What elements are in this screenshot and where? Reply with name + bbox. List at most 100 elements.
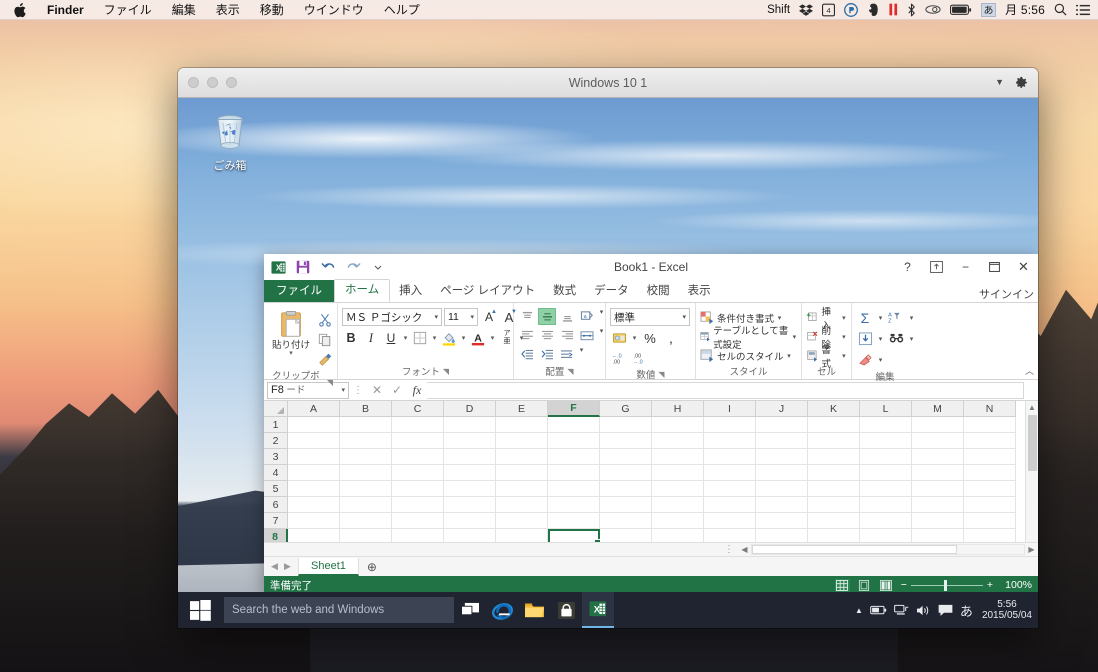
cell-M5[interactable] bbox=[912, 481, 964, 497]
cell-J6[interactable] bbox=[756, 497, 808, 513]
help-button[interactable]: ? bbox=[893, 256, 922, 278]
format-as-table-button[interactable]: テーブルとして書式設定 ▾ bbox=[700, 326, 797, 351]
chevron-down-icon[interactable]: ▾ bbox=[431, 334, 438, 342]
paste-button[interactable]: 貼り付け ▾ bbox=[268, 308, 314, 357]
cut-icon[interactable] bbox=[316, 311, 333, 328]
page-break-view-button[interactable] bbox=[879, 579, 894, 592]
evernote-icon[interactable] bbox=[867, 3, 880, 17]
cell-N7[interactable] bbox=[964, 513, 1016, 529]
cell-L1[interactable] bbox=[860, 417, 912, 433]
search-input[interactable]: Search the web and Windows bbox=[224, 597, 454, 623]
cell-J8[interactable] bbox=[756, 529, 808, 542]
chevron-down-icon[interactable]: ▾ bbox=[682, 313, 686, 321]
align-bottom-button[interactable] bbox=[558, 308, 576, 325]
bluetooth-icon[interactable] bbox=[907, 3, 916, 17]
row-header-8[interactable]: 8 bbox=[264, 529, 288, 542]
grid-row[interactable]: 7 bbox=[264, 513, 1025, 529]
cell-C8[interactable] bbox=[392, 529, 444, 542]
cell-D8[interactable] bbox=[444, 529, 496, 542]
column-header-m[interactable]: M bbox=[912, 401, 964, 417]
cell-I4[interactable] bbox=[704, 465, 756, 481]
tab-data[interactable]: データ bbox=[585, 281, 638, 302]
align-center-button[interactable] bbox=[538, 327, 556, 344]
row-header-1[interactable]: 1 bbox=[264, 417, 288, 433]
underline-button[interactable]: U bbox=[382, 329, 400, 347]
close-button[interactable] bbox=[188, 77, 199, 88]
task-view-icon[interactable] bbox=[454, 592, 486, 628]
minimize-button[interactable]: − bbox=[951, 256, 980, 278]
row-header-2[interactable]: 2 bbox=[264, 433, 288, 449]
chevron-down-icon[interactable]: ▾ bbox=[460, 334, 467, 342]
grid-row[interactable]: 8 bbox=[264, 529, 1025, 542]
row-header-7[interactable]: 7 bbox=[264, 513, 288, 529]
column-header-f[interactable]: F bbox=[548, 401, 600, 417]
next-sheet-icon[interactable]: ▶ bbox=[281, 561, 294, 572]
cell-C3[interactable] bbox=[392, 449, 444, 465]
row-header-3[interactable]: 3 bbox=[264, 449, 288, 465]
system-tray[interactable]: ▲ あ 5:56 2015/05/04 bbox=[855, 599, 1038, 621]
cell-F7[interactable] bbox=[548, 513, 600, 529]
chevron-down-icon[interactable]: ▾ bbox=[631, 334, 638, 342]
zoom-button[interactable] bbox=[226, 77, 237, 88]
cell-K8[interactable] bbox=[808, 529, 860, 542]
grid-rows[interactable]: 123456789101112 bbox=[264, 417, 1025, 542]
cell-I2[interactable] bbox=[704, 433, 756, 449]
autosum-icon[interactable]: Σ bbox=[856, 309, 874, 327]
excel-taskbar-icon[interactable]: X bbox=[582, 592, 614, 628]
cell-A3[interactable] bbox=[288, 449, 340, 465]
ime-tray-icon[interactable]: あ bbox=[960, 601, 973, 620]
chevron-down-icon[interactable]: ▾ bbox=[908, 335, 915, 343]
cell-E2[interactable] bbox=[496, 433, 548, 449]
cell-C2[interactable] bbox=[392, 433, 444, 449]
column-header-j[interactable]: J bbox=[756, 401, 808, 417]
cell-F2[interactable] bbox=[548, 433, 600, 449]
tab-home[interactable]: ホーム bbox=[334, 279, 391, 302]
battery-icon[interactable] bbox=[950, 4, 972, 16]
chevron-down-icon[interactable]: ▾ bbox=[776, 314, 783, 322]
cell-C6[interactable] bbox=[392, 497, 444, 513]
cell-K6[interactable] bbox=[808, 497, 860, 513]
chevron-down-icon[interactable]: ▾ bbox=[341, 386, 345, 394]
desktop-icon-recycle-bin[interactable]: ごみ箱 bbox=[194, 112, 266, 173]
zoom-slider[interactable]: − + bbox=[901, 579, 993, 591]
cell-J3[interactable] bbox=[756, 449, 808, 465]
cell-L3[interactable] bbox=[860, 449, 912, 465]
select-all-corner[interactable] bbox=[264, 401, 288, 417]
cell-J1[interactable] bbox=[756, 417, 808, 433]
cell-I1[interactable] bbox=[704, 417, 756, 433]
chevron-down-icon[interactable]: ▾ bbox=[877, 314, 884, 322]
cell-A5[interactable] bbox=[288, 481, 340, 497]
cell-C1[interactable] bbox=[392, 417, 444, 433]
cell-I7[interactable] bbox=[704, 513, 756, 529]
cell-E3[interactable] bbox=[496, 449, 548, 465]
cell-E7[interactable] bbox=[496, 513, 548, 529]
add-sheet-button[interactable]: ⊕ bbox=[367, 560, 377, 574]
align-top-button[interactable] bbox=[518, 308, 536, 325]
cell-D2[interactable] bbox=[444, 433, 496, 449]
grid-row[interactable]: 1 bbox=[264, 417, 1025, 433]
cell-H1[interactable] bbox=[652, 417, 704, 433]
cell-K4[interactable] bbox=[808, 465, 860, 481]
sheet-tab-bar[interactable]: ◀ ▶ Sheet1 ⊕ bbox=[264, 556, 1038, 576]
cell-G7[interactable] bbox=[600, 513, 652, 529]
cell-L2[interactable] bbox=[860, 433, 912, 449]
sheet-tab-sheet1[interactable]: Sheet1 bbox=[298, 557, 359, 576]
borders-icon[interactable] bbox=[411, 329, 429, 347]
cell-B6[interactable] bbox=[340, 497, 392, 513]
cell-M7[interactable] bbox=[912, 513, 964, 529]
cancel-icon[interactable]: ✕ bbox=[367, 383, 387, 397]
grid-row[interactable]: 3 bbox=[264, 449, 1025, 465]
comma-style-button[interactable]: , bbox=[662, 329, 680, 347]
excel-ribbon[interactable]: 貼り付け ▾ クリップボード ◥ ＭＳ Ｐゴシック ▾ 11 ▾ A ▲ A ▼… bbox=[264, 302, 1038, 396]
decrease-decimal-button[interactable]: .00 →.0 bbox=[631, 349, 649, 367]
column-header-e[interactable]: E bbox=[496, 401, 548, 417]
excel-grid-container[interactable]: A B C D E F G H I J K L M N 1 2 3 4 5 6 … bbox=[264, 401, 1038, 556]
cell-H7[interactable] bbox=[652, 513, 704, 529]
cell-A1[interactable] bbox=[288, 417, 340, 433]
scroll-right-icon[interactable]: ▶ bbox=[1025, 545, 1038, 554]
cell-G6[interactable] bbox=[600, 497, 652, 513]
menu-item-finder[interactable]: Finder bbox=[37, 0, 94, 20]
tab-page-layout[interactable]: ページ レイアウト bbox=[431, 281, 544, 302]
decrease-indent-button[interactable] bbox=[518, 346, 536, 363]
grid-row[interactable]: 4 bbox=[264, 465, 1025, 481]
